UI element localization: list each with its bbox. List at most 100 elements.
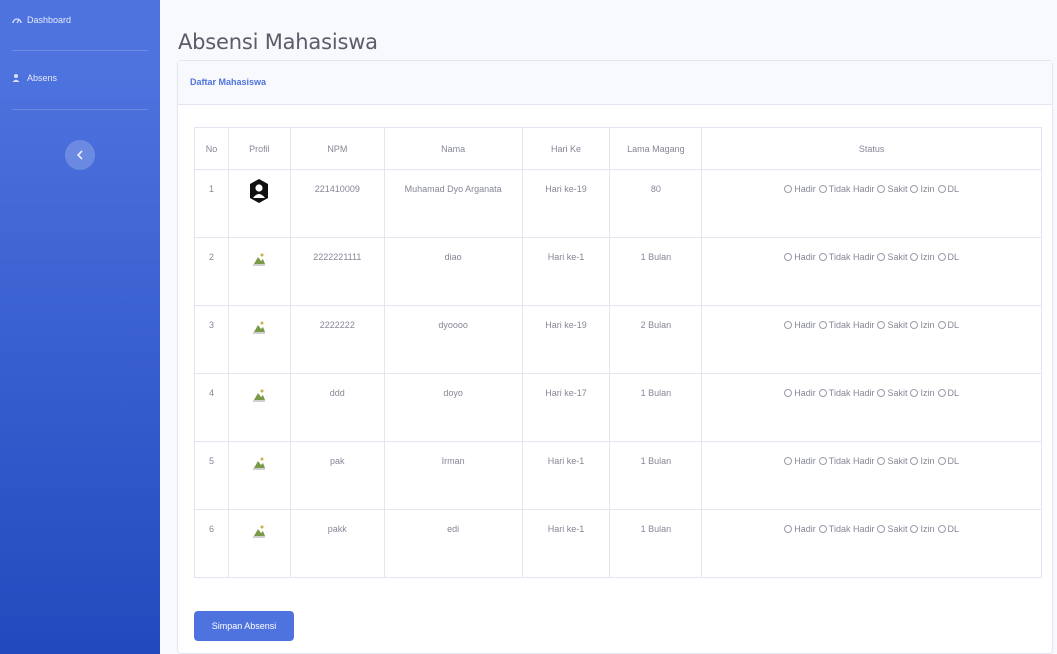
status-radio[interactable]: [877, 457, 886, 465]
status-option[interactable]: Tidak Hadir: [818, 456, 875, 466]
status-radio[interactable]: [910, 389, 919, 397]
header-status: Status: [701, 127, 1042, 170]
user-avatar-icon: [248, 178, 270, 204]
status-radio[interactable]: [784, 253, 793, 261]
status-option[interactable]: Tidak Hadir: [818, 184, 875, 194]
cell-status: Hadir Tidak Hadir Sakit Izin DL: [701, 305, 1042, 374]
header-hari-ke: Hari Ke: [521, 127, 611, 170]
status-option[interactable]: Sakit: [877, 456, 907, 466]
status-radio[interactable]: [910, 253, 919, 261]
table-row: 1 221410009 Muhamad Dyo Arganata Hari ke-19…: [194, 169, 1042, 238]
status-option[interactable]: Izin: [910, 524, 935, 534]
gauge-icon: [12, 15, 22, 25]
cell-no: 3: [194, 305, 229, 374]
status-option[interactable]: Sakit: [877, 252, 907, 262]
status-radio[interactable]: [937, 457, 946, 465]
sidebar-item-dashboard[interactable]: Dashboard: [0, 0, 160, 40]
main-content: Absensi Mahasiswa Daftar Mahasiswa No Pr…: [160, 0, 1057, 654]
status-radio[interactable]: [818, 457, 827, 465]
status-option[interactable]: Tidak Hadir: [818, 524, 875, 534]
status-option[interactable]: Tidak Hadir: [818, 388, 875, 398]
status-option[interactable]: Hadir: [784, 184, 816, 194]
status-radio[interactable]: [784, 321, 793, 329]
status-radio[interactable]: [910, 457, 919, 465]
status-option[interactable]: DL: [937, 252, 959, 262]
status-option[interactable]: DL: [937, 456, 959, 466]
status-option[interactable]: Sakit: [877, 184, 907, 194]
cell-no: 5: [194, 441, 229, 510]
status-option-label: Tidak Hadir: [828, 456, 875, 466]
status-option[interactable]: DL: [937, 320, 960, 330]
status-option[interactable]: Izin: [910, 252, 935, 262]
status-radio[interactable]: [784, 525, 793, 533]
status-radio[interactable]: [910, 321, 919, 329]
status-option[interactable]: Izin: [910, 184, 935, 194]
status-option-label: Tidak Hadir: [828, 388, 875, 398]
status-radio[interactable]: [784, 389, 793, 397]
cell-npm: pak: [289, 441, 385, 510]
status-option[interactable]: Izin: [910, 320, 935, 330]
cell-profil: [227, 305, 291, 374]
status-radio[interactable]: [937, 525, 946, 533]
status-option-label: Sakit: [887, 524, 908, 534]
status-option-label: Izin: [920, 524, 935, 534]
status-option[interactable]: DL: [937, 524, 959, 534]
cell-nama: doyo: [383, 373, 523, 442]
status-radio[interactable]: [937, 389, 946, 397]
cell-status: Hadir Tidak Hadir Sakit Izin DL: [701, 169, 1042, 238]
status-radio-group: Hadir Tidak Hadir Sakit Izin DL: [784, 252, 959, 262]
cell-profil: [227, 169, 291, 238]
status-option[interactable]: DL: [937, 388, 959, 398]
cell-status: Hadir Tidak Hadir Sakit Izin DL: [701, 441, 1042, 510]
status-radio[interactable]: [877, 253, 886, 261]
status-radio[interactable]: [937, 185, 946, 193]
cell-hari-ke: Hari ke-19: [521, 169, 611, 238]
status-radio[interactable]: [784, 185, 793, 193]
status-option-label: Sakit: [887, 388, 908, 398]
status-option-label: Izin: [920, 388, 935, 398]
cell-status: Hadir Tidak Hadir Sakit Izin DL: [701, 509, 1042, 578]
status-radio[interactable]: [937, 321, 946, 329]
status-option[interactable]: Sakit: [877, 320, 907, 330]
status-option[interactable]: Hadir: [784, 252, 816, 262]
header-lama-magang: Lama Magang: [609, 127, 703, 170]
status-radio[interactable]: [818, 389, 827, 397]
table-container: No Profil NPM Nama Hari Ke Lama Magang S…: [194, 127, 1042, 578]
status-radio[interactable]: [877, 389, 886, 397]
status-option-label: Hadir: [794, 252, 816, 262]
status-option-label: Hadir: [794, 524, 816, 534]
status-option-label: DL: [947, 320, 960, 330]
status-option[interactable]: Sakit: [877, 388, 907, 398]
status-radio[interactable]: [784, 457, 793, 465]
cell-no: 1: [194, 169, 229, 238]
status-option[interactable]: Izin: [910, 456, 935, 466]
status-option[interactable]: Hadir: [784, 456, 816, 466]
status-option[interactable]: Izin: [910, 388, 935, 398]
broken-image-icon: [252, 388, 266, 402]
status-option[interactable]: DL: [937, 184, 959, 194]
sidebar-toggle-button[interactable]: [65, 140, 95, 170]
status-option-label: Izin: [920, 456, 935, 466]
status-radio[interactable]: [818, 525, 827, 533]
save-attendance-button[interactable]: Simpan Absensi: [194, 611, 294, 641]
status-option-label: Tidak Hadir: [828, 184, 875, 194]
status-radio[interactable]: [937, 253, 946, 261]
status-option[interactable]: Hadir: [784, 388, 816, 398]
status-radio[interactable]: [877, 321, 886, 329]
sidebar-item-absens[interactable]: Absens: [0, 57, 160, 99]
status-radio[interactable]: [877, 185, 886, 193]
status-option-label: Sakit: [887, 184, 908, 194]
status-radio[interactable]: [910, 185, 919, 193]
status-radio[interactable]: [818, 185, 827, 193]
status-radio[interactable]: [818, 321, 827, 329]
status-option[interactable]: Sakit: [877, 524, 907, 534]
status-option[interactable]: Tidak Hadir: [818, 252, 874, 262]
status-radio[interactable]: [910, 525, 919, 533]
status-radio[interactable]: [818, 253, 827, 261]
status-radio-group: Hadir Tidak Hadir Sakit Izin DL: [784, 524, 959, 534]
status-option[interactable]: Hadir: [784, 524, 816, 534]
status-option[interactable]: Hadir: [784, 320, 816, 330]
status-option-label: Tidak Hadir: [828, 524, 875, 534]
status-radio[interactable]: [877, 525, 886, 533]
status-option[interactable]: Tidak Hadir: [818, 320, 874, 330]
